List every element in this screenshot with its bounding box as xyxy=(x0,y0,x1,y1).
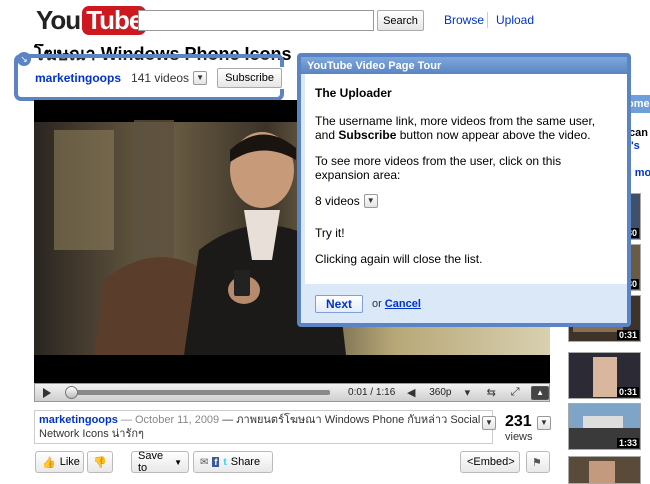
tour-heading: The Uploader xyxy=(315,86,392,100)
logo-tube: Tube xyxy=(82,5,147,35)
popout-icon[interactable]: ⇆ xyxy=(483,386,499,400)
scrub-handle[interactable] xyxy=(64,386,78,399)
uploader-bar: marketingoops 141 videos ▼ Subscribe xyxy=(35,67,286,89)
tour-para1-b: button now appear above the video. xyxy=(396,128,591,142)
youtube-logo[interactable]: You Tube xyxy=(36,4,147,35)
description-expand-icon[interactable]: ▼ xyxy=(482,416,496,430)
share-label: Share xyxy=(230,456,261,468)
tour-pointer-icon: ↘ xyxy=(17,52,31,66)
browse-link[interactable]: Browse xyxy=(444,13,484,27)
play-icon[interactable] xyxy=(38,384,56,401)
tour-sample-label: 8 videos xyxy=(315,194,360,208)
search-button[interactable]: Search xyxy=(377,10,424,31)
save-to-button[interactable]: Save to ▼ xyxy=(131,450,189,474)
search-input[interactable] xyxy=(138,10,374,31)
quality-selector[interactable]: 360p xyxy=(429,387,451,398)
logo-you: You xyxy=(36,4,81,35)
fullscreen-icon[interactable]: ▲ xyxy=(531,385,550,400)
player-controls: 0:01 / 1:16 ◀ 360p ▾ ⇆ ⤢ ▲ xyxy=(34,383,550,402)
upload-link[interactable]: Upload xyxy=(496,13,534,27)
quality-arrow-icon[interactable]: ▾ xyxy=(459,386,475,400)
tour-try-it: Try it! xyxy=(315,226,345,240)
thumbnail-duration: 0:31 xyxy=(616,387,639,397)
thumbs-down-icon: 👎 xyxy=(93,456,107,469)
share-button[interactable]: ✉ f t Share xyxy=(193,451,273,473)
related-thumbnail[interactable]: 1:33 xyxy=(568,403,641,450)
embed-button[interactable]: <Embed> xyxy=(460,451,520,473)
twitter-icon: t xyxy=(223,456,227,468)
chevron-down-icon[interactable]: ▼ xyxy=(363,194,378,208)
tour-sample-expander[interactable]: 8 videos ▼ xyxy=(315,194,378,208)
subscribe-button[interactable]: Subscribe xyxy=(217,68,282,88)
email-icon: ✉ xyxy=(200,456,209,468)
stats-expand-icon[interactable]: ▼ xyxy=(537,416,551,430)
nav-divider xyxy=(487,12,488,28)
description-date: October 11, 2009 xyxy=(134,414,220,426)
tour-paragraph-2: To see more videos from the user, click … xyxy=(315,154,562,182)
views-label: views xyxy=(505,431,533,443)
thumbs-up-icon: 👍 xyxy=(42,456,56,469)
chevron-down-icon[interactable]: ▼ xyxy=(193,71,208,85)
dislike-button[interactable]: 👎 xyxy=(87,451,113,473)
tour-header: YouTube Video Page Tour xyxy=(301,57,627,74)
thumbnail-duration: 0:31 xyxy=(616,330,639,340)
progress-bar[interactable] xyxy=(64,386,331,399)
sidebar-fragment-3[interactable]: 's xyxy=(631,140,640,152)
next-button[interactable]: Next xyxy=(315,295,364,313)
time-display: 0:01 / 1:16 xyxy=(348,387,396,398)
facebook-icon: f xyxy=(212,457,220,467)
volume-icon[interactable]: ◀ xyxy=(403,386,419,400)
tour-close-note: Clicking again will close the list. xyxy=(315,252,483,266)
flag-icon: ⚑ xyxy=(532,456,542,469)
expand-icon[interactable]: ⤢ xyxy=(507,386,523,400)
cancel-link[interactable]: Cancel xyxy=(385,298,421,310)
related-thumbnail[interactable] xyxy=(568,456,641,484)
flag-button[interactable]: ⚑ xyxy=(526,451,550,473)
tour-paragraph: The username link, more videos from the … xyxy=(315,114,617,142)
sidebar-fragment-2: can xyxy=(629,127,648,139)
like-label: Like xyxy=(59,456,80,468)
dropdown-arrow-icon: ▼ xyxy=(174,457,182,467)
uploader-link[interactable]: marketingoops xyxy=(35,71,121,85)
description-separator: — xyxy=(117,414,135,426)
thumbnail-duration: 1:33 xyxy=(616,438,639,448)
video-description: marketingoops — October 11, 2009 — ภาพยน… xyxy=(34,410,493,444)
tour-dialog: YouTube Video Page Tour The Uploader The… xyxy=(297,53,631,327)
related-thumbnail[interactable]: 0:31 xyxy=(568,352,641,399)
save-to-label: Save to xyxy=(138,450,164,474)
or-label: or xyxy=(372,298,382,310)
description-user-link[interactable]: marketingoops xyxy=(39,414,118,426)
tour-para1-bold: Subscribe xyxy=(338,128,397,142)
video-count[interactable]: 141 videos xyxy=(131,71,189,85)
tour-body: The Uploader The username link, more vid… xyxy=(305,74,627,284)
tour-footer: Next or Cancel xyxy=(315,295,421,313)
like-button[interactable]: 👍 Like xyxy=(35,451,84,473)
